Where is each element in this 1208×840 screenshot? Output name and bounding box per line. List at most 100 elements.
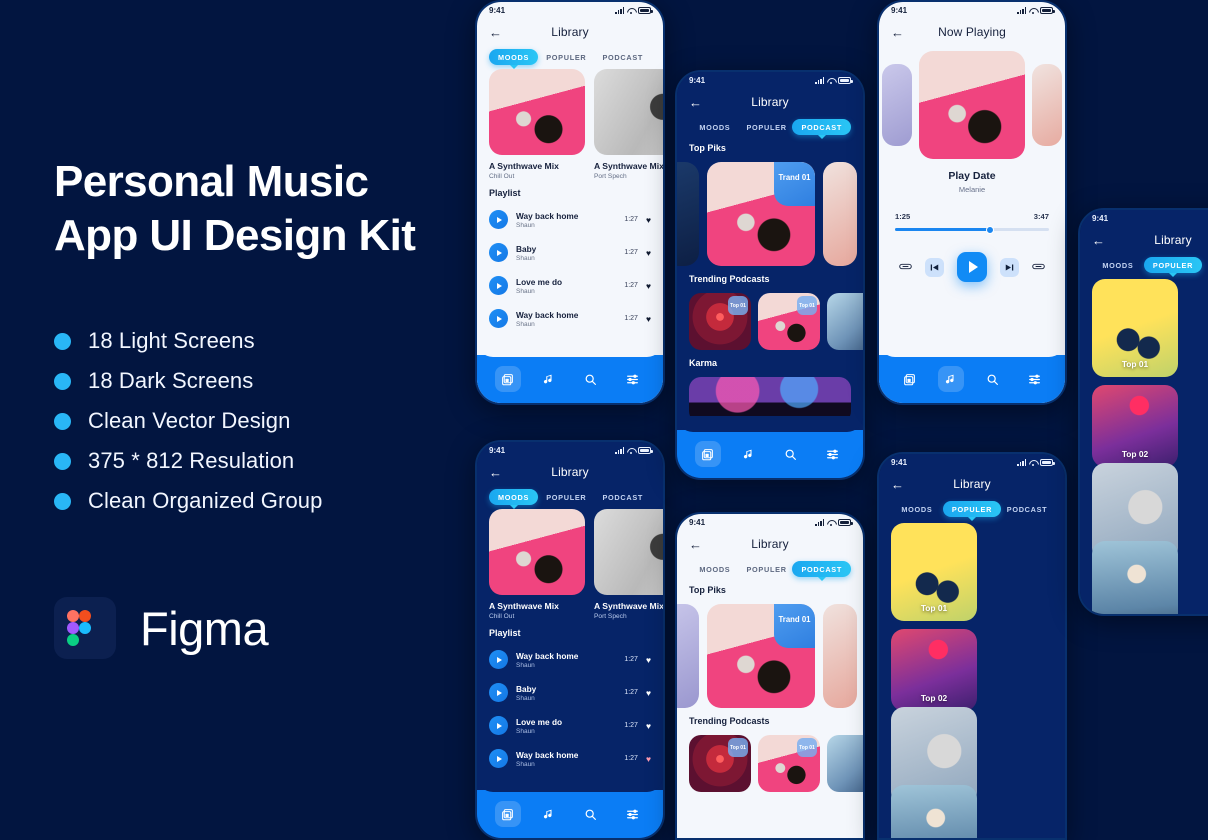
play-icon[interactable] [489,749,508,768]
playlist-row[interactable]: Way back home Shaun 1:27 ♥ [489,643,651,676]
play-icon[interactable] [489,309,508,328]
play-icon[interactable] [489,243,508,262]
track-title: Way back home [516,650,579,661]
nav-music-note-icon[interactable] [938,366,965,392]
tab-podcast[interactable]: PODCAST [1001,501,1053,517]
trending-podcasts-heading: Trending Podcasts [689,274,770,284]
favorite-heart-icon[interactable]: ♥ [646,281,651,291]
tab-populer[interactable]: POPULER [1143,257,1203,273]
populer-card[interactable]: Last Weack [891,785,977,838]
album-art-peek-next[interactable] [1032,64,1062,146]
nav-library-icon[interactable] [494,366,521,392]
populer-card[interactable]: Top 02 [891,629,977,711]
album-art-peek-prev[interactable] [882,64,912,146]
tab-podcast[interactable]: PODCAST [792,561,852,577]
playlist-heading: Playlist [489,188,521,198]
podcast-card[interactable]: Top 01 [758,735,820,792]
play-icon[interactable] [489,210,508,229]
playlist-row[interactable]: Love me do Shaun 1:27 ♥ [489,269,651,302]
tab-moods[interactable]: MOODS [689,119,741,135]
podcast-card[interactable]: Top 01 [827,735,863,792]
nav-library-icon[interactable] [897,366,923,392]
tab-podcast[interactable]: PODCAST [595,489,651,505]
nav-equalizer-icon[interactable] [1021,366,1047,392]
track-title: Love me do [516,276,563,287]
podcast-card[interactable]: Top 01 [689,735,751,792]
nav-equalizer-icon[interactable] [619,366,645,392]
play-button[interactable] [956,252,987,282]
nav-music-note-icon[interactable] [536,801,562,827]
nav-music-note-icon[interactable] [736,441,762,467]
podcast-card[interactable]: Top 01 [827,293,863,350]
playlist-row[interactable]: Baby Shaun 1:27 ♥ [489,236,651,269]
favorite-heart-icon[interactable]: ♥ [646,248,651,258]
favorite-heart-icon[interactable]: ♥ [646,655,651,665]
playlist-row[interactable]: Way back home Shaun 1:27 ♥ [489,203,651,236]
favorite-heart-icon[interactable]: ♥ [646,754,651,764]
nav-equalizer-icon[interactable] [819,441,845,467]
tab-moods[interactable]: MOODS [1092,257,1144,273]
populer-card[interactable]: Top 02 [1092,385,1178,467]
play-icon[interactable] [489,276,508,295]
populer-card[interactable]: Top 01 [1092,279,1178,377]
tab-populer[interactable]: POPULER [741,119,793,135]
playlist-row[interactable]: Baby Shaun 1:27 ♥ [489,676,651,709]
tab-podcast[interactable]: PODCAST [1202,257,1208,273]
featured-podcast-card[interactable]: Trand 01 [707,162,815,266]
repeat-icon[interactable] [1031,258,1045,276]
tab-populer[interactable]: POPULER [942,501,1002,517]
featured-podcast-card[interactable]: Trand 01 [707,604,815,708]
playlist-row[interactable]: Way back home Shaun 1:27 ♥ [489,742,651,775]
populer-card[interactable]: Top 01 [891,523,977,621]
tab-populer[interactable]: POPULER [538,49,594,65]
mood-card[interactable]: A Synthwave Mix Port Spech [594,509,663,620]
card-title: A Synthwave Mix [594,161,663,171]
nav-search-icon[interactable] [578,801,604,827]
nav-search-icon[interactable] [980,366,1006,392]
status-indicators [1017,7,1055,14]
podcast-card[interactable]: Top 01 [758,293,820,350]
mood-card[interactable]: A Synthwave Mix Chill Out [489,69,585,180]
nav-search-icon[interactable] [578,366,604,392]
progress-slider[interactable] [895,225,1049,234]
nav-music-note-icon[interactable] [536,366,562,392]
screen-library-moods-dark: 9:41 ← Library MOODS POPULER PODCAST A S… [477,442,663,838]
play-icon[interactable] [489,716,508,735]
tab-populer[interactable]: POPULER [538,489,594,505]
favorite-heart-icon[interactable]: ♥ [646,215,651,225]
previous-track-icon[interactable] [925,257,945,277]
nav-search-icon[interactable] [778,441,804,467]
tab-podcast[interactable]: PODCAST [595,49,651,65]
favorite-heart-icon[interactable]: ♥ [646,721,651,731]
playlist-row[interactable]: Way back home Shaun 1:27 ♥ [489,302,651,335]
tab-moods[interactable]: MOODS [489,489,539,505]
next-track-icon[interactable] [999,257,1019,277]
tab-moods[interactable]: MOODS [689,561,741,577]
shuffle-icon[interactable] [899,258,913,276]
favorite-heart-icon[interactable]: ♥ [646,314,651,324]
populer-grid: Top 01 Top 02 Top 08 Last Weack [1080,273,1208,614]
mood-card[interactable]: A Synthwave Mix Port Spech [594,69,663,180]
tab-populer[interactable]: POPULER [741,561,793,577]
album-art-peek [823,162,857,266]
nav-equalizer-icon[interactable] [619,801,645,827]
playlist-row[interactable]: Love me do Shaun 1:27 ♥ [489,709,651,742]
nav-library-icon[interactable] [494,801,521,827]
play-icon[interactable] [489,683,508,702]
page-title: Personal Music App UI Design Kit [54,155,454,263]
mood-card[interactable]: A Synthwave Mix Chill Out [489,509,585,620]
tab-bar: MOODS POPULER PODCAST [677,115,863,135]
karma-banner[interactable] [689,377,851,423]
app-bar: ← Now Playing [879,19,1065,45]
progress-knob[interactable] [986,225,995,234]
favorite-heart-icon[interactable]: ♥ [646,688,651,698]
nav-library-icon[interactable] [694,441,721,467]
tab-moods[interactable]: MOODS [891,501,943,517]
tab-moods[interactable]: MOODS [489,49,539,65]
track-artist: Shaun [516,320,535,328]
populer-card[interactable]: Last Weack [1092,541,1178,614]
title-line-2: App UI Design Kit [54,211,416,260]
play-icon[interactable] [489,650,508,669]
podcast-card[interactable]: Top 01 [689,293,751,350]
tab-podcast[interactable]: PODCAST [792,119,852,135]
